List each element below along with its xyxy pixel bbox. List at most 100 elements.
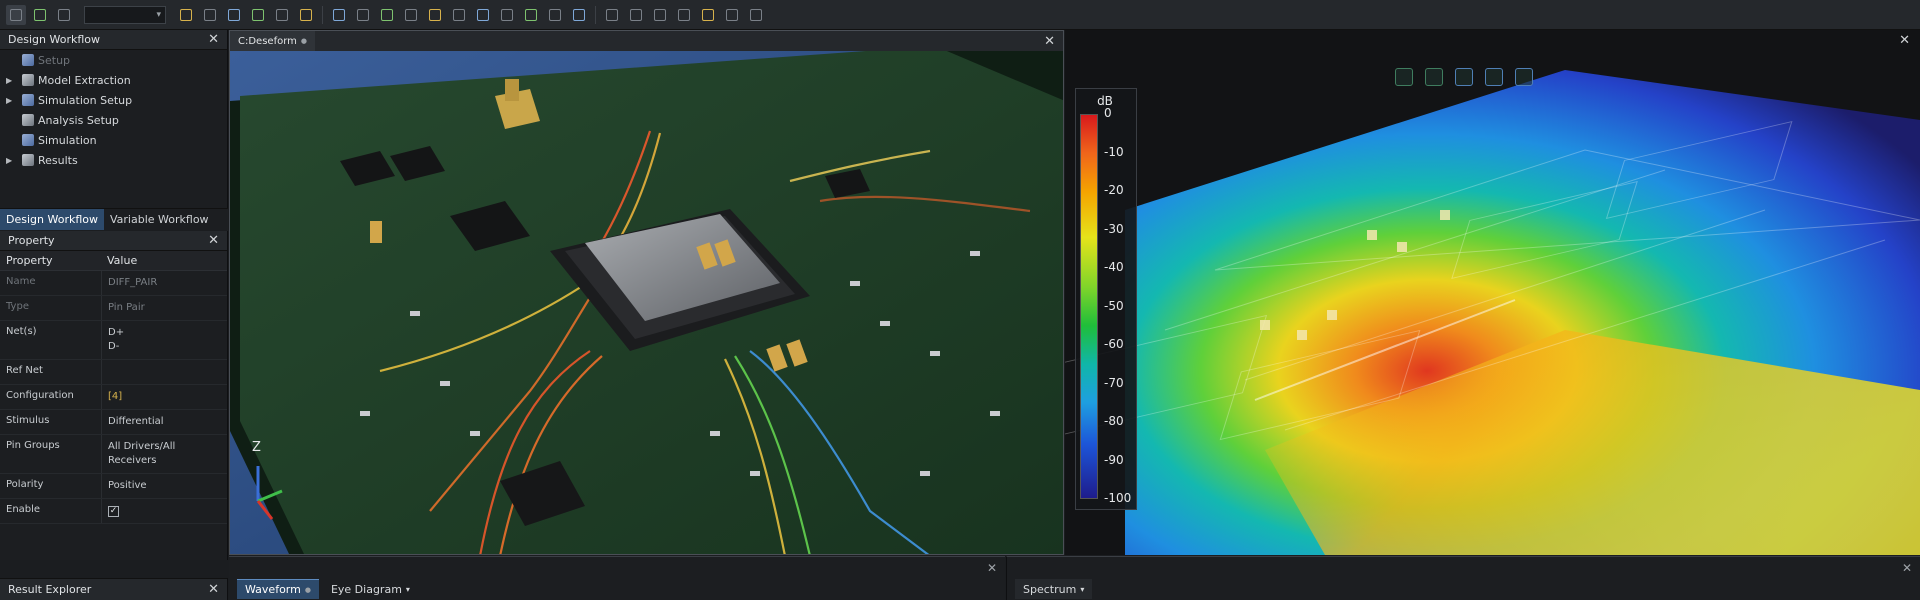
property-value-cell[interactable]: ✓ — [101, 499, 227, 523]
tab-eye-diagram[interactable]: Eye Diagram ▾ — [323, 579, 418, 599]
probe-icon[interactable] — [248, 5, 268, 25]
settings-icon[interactable] — [746, 5, 766, 25]
close-icon[interactable]: ✕ — [208, 583, 219, 596]
legend-tick-label: -10 — [1104, 144, 1124, 159]
property-row[interactable]: Polarity Positive — [0, 474, 227, 499]
camera-icon[interactable] — [698, 5, 718, 25]
property-row[interactable]: Configuration [4] — [0, 385, 227, 410]
camera-icon[interactable] — [1485, 68, 1503, 86]
close-icon[interactable]: ✕ — [1044, 35, 1055, 48]
design-workflow-title: Design Workflow — [8, 33, 100, 46]
select-icon[interactable] — [545, 5, 565, 25]
workflow-item[interactable]: ▶ Simulation Setup — [0, 90, 227, 110]
property-row[interactable]: Net(s) D+ D- — [0, 321, 227, 360]
close-icon[interactable]: ✕ — [1902, 561, 1912, 575]
open-icon[interactable] — [6, 4, 26, 25]
toolbar-dropdown[interactable]: ▾ — [84, 5, 166, 24]
property-value: Differential — [108, 416, 164, 427]
property-row[interactable]: Type Pin Pair — [0, 296, 227, 321]
select-region-icon[interactable] — [1425, 68, 1443, 86]
fit-icon[interactable] — [329, 5, 349, 25]
tab-design-workflow[interactable]: Design Workflow — [0, 209, 104, 230]
close-icon[interactable]: ✕ — [987, 561, 997, 575]
property-value-cell[interactable]: D+ D- — [101, 321, 227, 359]
chevron-down-icon: ▾ — [405, 584, 410, 594]
property-name: Configuration — [6, 390, 74, 401]
field-heatmap-viewport[interactable]: ✕ dB 0 -10 -20 -30 -40 -50 -60 -70 -80 -… — [1065, 30, 1920, 555]
workflow-item-label: Analysis Setup — [38, 113, 119, 127]
window-icon[interactable] — [602, 5, 622, 25]
close-icon[interactable]: ✕ — [208, 33, 219, 46]
property-name: Stimulus — [6, 415, 50, 426]
property-row[interactable]: Ref Net — [0, 360, 227, 385]
property-row[interactable]: Enable ✓ — [0, 499, 227, 524]
net-icon[interactable] — [272, 5, 292, 25]
workflow-step-icon — [22, 94, 34, 106]
grid-icon[interactable] — [224, 5, 244, 25]
property-value-cell[interactable]: All Drivers/All Receivers — [101, 435, 227, 473]
workflow-tabs: Design Workflow Variable Workflow — [0, 208, 228, 230]
property-value: [4] — [108, 391, 123, 402]
property-row[interactable]: Pin Groups All Drivers/All Receivers — [0, 435, 227, 474]
rotate-icon[interactable] — [401, 5, 421, 25]
expand-arrow-icon[interactable]: ▶ — [6, 76, 16, 85]
workflow-item[interactable]: ▶ Model Extraction — [0, 70, 227, 90]
property-value: DIFF_PAIR — [108, 277, 158, 288]
column-header-property: Property — [6, 254, 53, 267]
tab-spectrum[interactable]: Spectrum ▾ — [1015, 579, 1093, 599]
zoom-in-icon[interactable] — [353, 5, 373, 25]
zoom-out-icon[interactable] — [377, 5, 397, 25]
property-value-cell[interactable]: DIFF_PAIR — [101, 271, 227, 295]
mesh-icon[interactable] — [473, 5, 493, 25]
enable-checkbox[interactable]: ✓ — [108, 506, 119, 517]
pan-icon[interactable] — [569, 5, 589, 25]
port-icon[interactable] — [497, 5, 517, 25]
workflow-item-label: Simulation Setup — [38, 93, 133, 107]
tab-waveform[interactable]: Waveform ● — [237, 579, 319, 599]
save-icon[interactable] — [30, 5, 50, 25]
heatmap-render[interactable] — [1065, 30, 1920, 555]
export-icon[interactable] — [722, 5, 742, 25]
expand-arrow-icon[interactable]: ▶ — [6, 156, 16, 165]
workflow-item[interactable]: Setup — [0, 50, 227, 70]
pcb-board-render[interactable]: Z — [230, 51, 1064, 555]
legend-tick-label: -40 — [1104, 260, 1124, 274]
property-row[interactable]: Name DIFF_PAIR — [0, 271, 227, 296]
route-icon[interactable] — [296, 5, 316, 25]
property-value-cell[interactable]: Positive — [101, 474, 227, 498]
view-side-icon[interactable] — [674, 5, 694, 25]
waveform-tabs: Waveform ● Eye Diagram ▾ — [237, 579, 418, 599]
property-value-cell[interactable]: [4] — [101, 385, 227, 409]
property-name: Name — [6, 276, 36, 287]
property-value-cell[interactable]: Differential — [101, 410, 227, 434]
workflow-item-label: Model Extraction — [38, 73, 131, 87]
view-top-icon[interactable] — [626, 5, 646, 25]
property-value-cell[interactable] — [101, 360, 227, 384]
view-cube-icon[interactable] — [1515, 68, 1533, 86]
pcb-3d-viewport[interactable]: C:Deseform ● ✕ Z — [229, 30, 1064, 555]
refresh-icon[interactable] — [200, 5, 220, 25]
workflow-item-label: Simulation — [38, 133, 97, 147]
layers-icon[interactable] — [54, 5, 74, 25]
via-icon[interactable] — [521, 5, 541, 25]
fit-view-icon[interactable] — [1395, 68, 1413, 86]
workflow-item[interactable]: Analysis Setup — [0, 110, 227, 130]
property-panel: Property ✕ Property Value Name DIFF_PAIR T… — [0, 231, 228, 560]
component-icon[interactable] — [176, 5, 196, 25]
zoom-region-icon[interactable] — [1455, 68, 1473, 86]
measure-icon[interactable] — [425, 5, 445, 25]
property-row[interactable]: Stimulus Differential — [0, 410, 227, 435]
property-value: D+ — [108, 327, 125, 338]
property-value-cell[interactable]: Pin Pair — [101, 296, 227, 320]
tab-variable-workflow[interactable]: Variable Workflow — [104, 209, 215, 230]
viewport-tab[interactable]: C:Deseform ● — [230, 31, 315, 51]
legend-tick-label: -100 — [1104, 491, 1132, 505]
highlight-icon[interactable] — [449, 5, 469, 25]
workflow-item[interactable]: ▶ Results — [0, 150, 227, 170]
tab-spectrum-label: Spectrum — [1023, 582, 1077, 596]
close-icon[interactable]: ✕ — [208, 234, 219, 247]
close-icon[interactable]: ✕ — [1899, 34, 1910, 47]
view-front-icon[interactable] — [650, 5, 670, 25]
workflow-item[interactable]: Simulation — [0, 130, 227, 150]
expand-arrow-icon[interactable]: ▶ — [6, 96, 16, 105]
